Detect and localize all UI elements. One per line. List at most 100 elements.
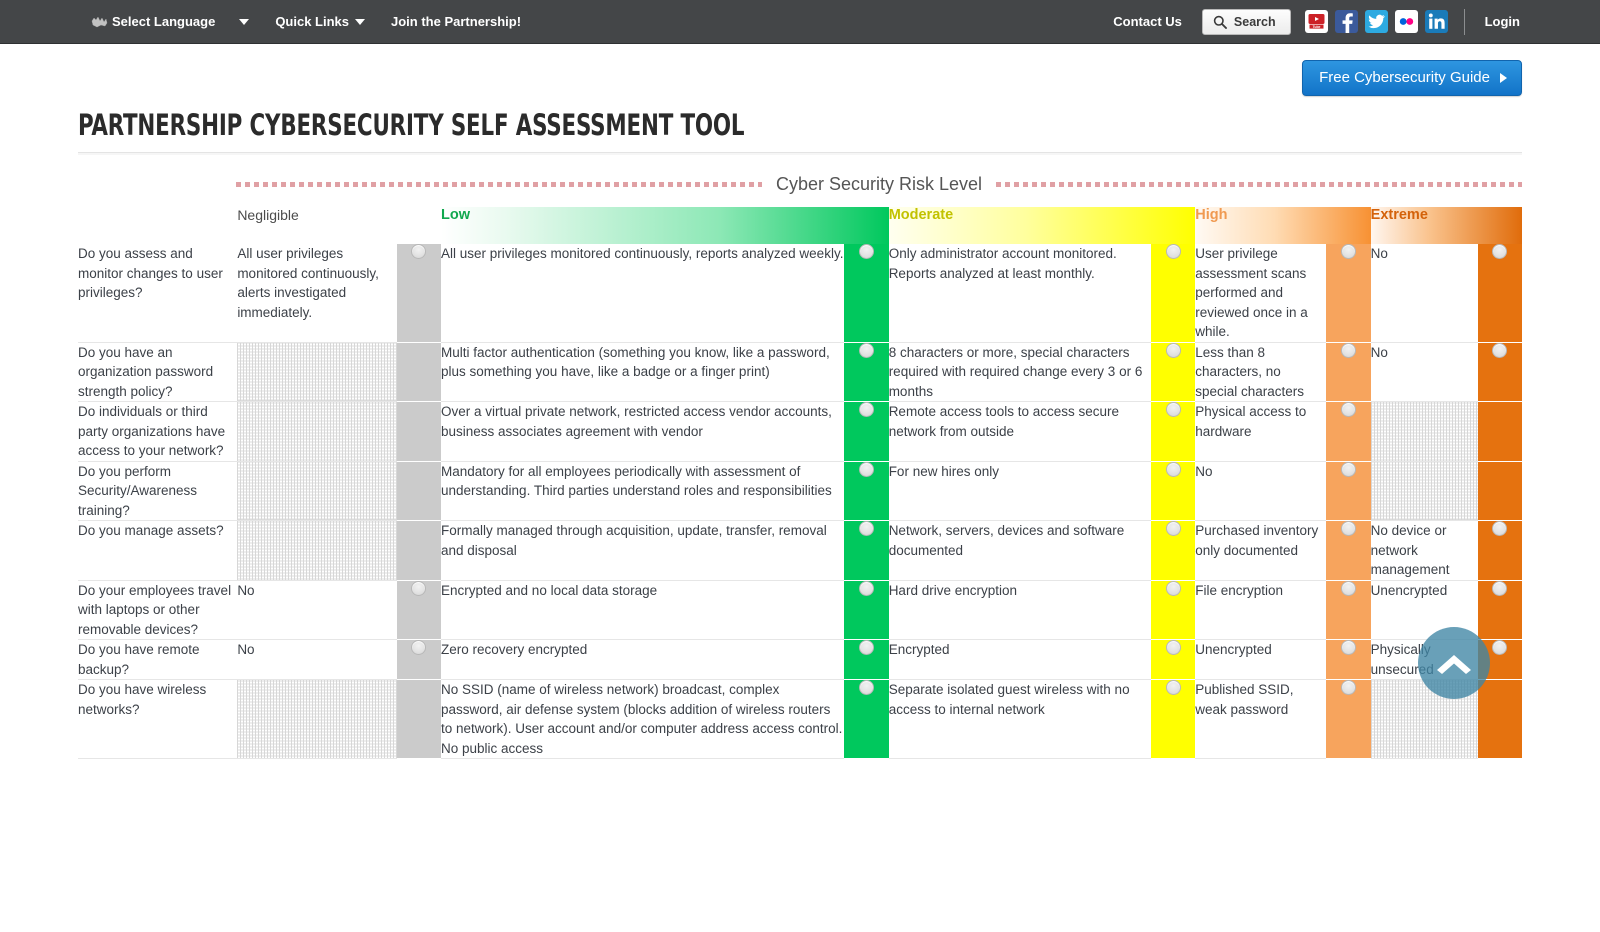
nav-left-group: Select Language Quick Links Join the Par… (0, 0, 534, 44)
radio-button-negligible[interactable] (411, 580, 427, 596)
radio-cell-high (1326, 580, 1371, 640)
answer-cell-moderate[interactable]: Encrypted (888, 639, 1151, 680)
radio-button-moderate[interactable] (1165, 461, 1181, 477)
radio-button-moderate[interactable] (1165, 342, 1181, 358)
free-cybersecurity-guide-button[interactable]: Free Cybersecurity Guide (1302, 60, 1522, 96)
answer-cell-high[interactable]: File encryption (1195, 580, 1327, 640)
guide-button-label: Free Cybersecurity Guide (1319, 69, 1490, 86)
scroll-to-top-button[interactable] (1418, 627, 1490, 699)
answer-cell-moderate[interactable]: Hard drive encryption (888, 580, 1151, 640)
radio-button-high[interactable] (1340, 461, 1356, 477)
answer-cell-low[interactable]: Zero recovery encrypted (441, 639, 845, 680)
join-partnership-link[interactable]: Join the Partnership! (378, 0, 534, 44)
answer-cell-high[interactable]: No (1195, 461, 1327, 521)
chevron-down-icon (355, 18, 366, 25)
answer-cell-extreme[interactable]: No (1370, 244, 1478, 343)
answer-cell-moderate[interactable]: Network, servers, devices and software d… (888, 520, 1151, 581)
radio-button-high[interactable] (1340, 521, 1356, 536)
answer-cell-moderate[interactable]: Separate isolated guest wireless with no… (888, 679, 1151, 759)
radio-button-low[interactable] (859, 580, 874, 596)
radio-cell-moderate (1150, 639, 1196, 680)
radio-button-extreme[interactable] (1492, 521, 1508, 536)
radio-button-high[interactable] (1340, 402, 1356, 417)
radio-button-extreme[interactable] (1492, 640, 1508, 655)
radio-button-extreme[interactable] (1492, 342, 1508, 358)
answer-cell-high[interactable]: Physical access to hardware (1195, 401, 1327, 462)
radio-button-moderate[interactable] (1165, 580, 1181, 596)
table-row: Do you assess and monitor changes to use… (78, 244, 1522, 343)
answer-cell-extreme[interactable]: No device or network management (1370, 520, 1478, 581)
radio-cell-low (844, 461, 889, 521)
radio-button-high[interactable] (1340, 580, 1356, 596)
flickr-icon[interactable] (1394, 10, 1418, 33)
answer-cell-high[interactable]: Published SSID, weak password (1195, 679, 1327, 759)
answer-cell-moderate[interactable]: Remote access tools to access secure net… (888, 401, 1151, 462)
answer-cell-moderate[interactable]: Only administrator account monitored. Re… (888, 244, 1151, 343)
radio-button-high[interactable] (1340, 640, 1356, 655)
radio-cell-moderate (1150, 580, 1196, 640)
radio-button-low[interactable] (859, 342, 874, 358)
radio-button-negligible[interactable] (411, 244, 427, 259)
radio-cell-low (844, 639, 889, 680)
answer-cell-high[interactable]: Unencrypted (1195, 639, 1327, 680)
radio-button-low[interactable] (859, 402, 874, 417)
radio-cell-high (1326, 244, 1371, 343)
radio-button-moderate[interactable] (1165, 640, 1181, 655)
table-row: Do you have an organization password str… (78, 342, 1522, 402)
svg-text:Tube: Tube (1312, 25, 1320, 29)
radio-button-moderate[interactable] (1165, 680, 1181, 695)
radio-button-moderate[interactable] (1165, 402, 1181, 417)
radio-button-moderate[interactable] (1165, 244, 1181, 259)
answer-cell-low[interactable]: Over a virtual private network, restrict… (441, 401, 845, 462)
answer-cell-low[interactable]: No SSID (name of wireless network) broad… (441, 679, 845, 759)
title-divider (78, 152, 1522, 155)
radio-button-moderate[interactable] (1165, 521, 1181, 536)
question-cell: Do individuals or third party organizati… (78, 401, 238, 462)
answer-cell-negligible[interactable]: No (237, 580, 397, 640)
answer-cell-low[interactable]: Encrypted and no local data storage (441, 580, 845, 640)
login-link[interactable]: Login (1485, 14, 1522, 29)
select-language-menu[interactable]: Select Language (78, 0, 262, 44)
answer-cell-extreme[interactable]: No (1370, 342, 1478, 402)
answer-cell-low[interactable]: Formally managed through acquisition, up… (441, 520, 845, 581)
radio-button-negligible[interactable] (411, 640, 427, 655)
question-cell: Do you manage assets? (78, 520, 238, 581)
answer-cell-moderate[interactable]: For new hires only (888, 461, 1151, 521)
radio-button-extreme[interactable] (1492, 580, 1508, 596)
radio-button-high[interactable] (1340, 680, 1356, 695)
answer-cell-negligible (237, 679, 397, 759)
answer-cell-high[interactable]: Less than 8 characters, no special chara… (1195, 342, 1327, 402)
answer-cell-negligible[interactable]: All user privileges monitored continuous… (237, 244, 397, 343)
answer-cell-negligible[interactable]: No (237, 639, 397, 680)
answer-cell-high[interactable]: User privilege assessment scans performe… (1195, 244, 1327, 343)
answer-cell-low[interactable]: Multi factor authentication (something y… (441, 342, 845, 402)
radio-button-low[interactable] (859, 680, 874, 695)
radio-button-extreme[interactable] (1492, 244, 1508, 259)
radio-cell-high (1326, 342, 1371, 402)
answer-cell-moderate[interactable]: 8 characters or more, special characters… (888, 342, 1151, 402)
radio-button-low[interactable] (859, 244, 874, 259)
quick-links-menu[interactable]: Quick Links (262, 0, 378, 44)
radio-cell-low (844, 679, 889, 759)
radio-cell-low (844, 580, 889, 640)
answer-cell-low[interactable]: Mandatory for all employees periodically… (441, 461, 845, 521)
header-high: High (1195, 207, 1371, 244)
search-button[interactable]: Search (1201, 8, 1291, 35)
radio-button-high[interactable] (1340, 342, 1356, 358)
radio-button-low[interactable] (859, 521, 874, 536)
radio-button-low[interactable] (859, 461, 874, 477)
linkedin-icon[interactable] (1424, 10, 1448, 33)
twitter-icon[interactable] (1364, 10, 1388, 33)
answer-cell-low[interactable]: All user privileges monitored continuous… (441, 244, 845, 343)
answer-cell-high[interactable]: Purchased inventory only documented (1195, 520, 1327, 581)
chevron-right-icon (1500, 72, 1507, 83)
radio-button-low[interactable] (859, 640, 874, 655)
table-row: Do you have wireless networks? No SSID (n… (78, 679, 1522, 759)
radio-cell-low (844, 401, 889, 462)
radio-button-high[interactable] (1340, 244, 1356, 259)
facebook-icon[interactable] (1334, 10, 1358, 33)
youtube-icon[interactable]: Tube (1304, 10, 1328, 33)
radio-cell-high (1326, 639, 1371, 680)
chevron-up-icon (1437, 655, 1471, 674)
contact-us-link[interactable]: Contact Us (1097, 14, 1198, 29)
